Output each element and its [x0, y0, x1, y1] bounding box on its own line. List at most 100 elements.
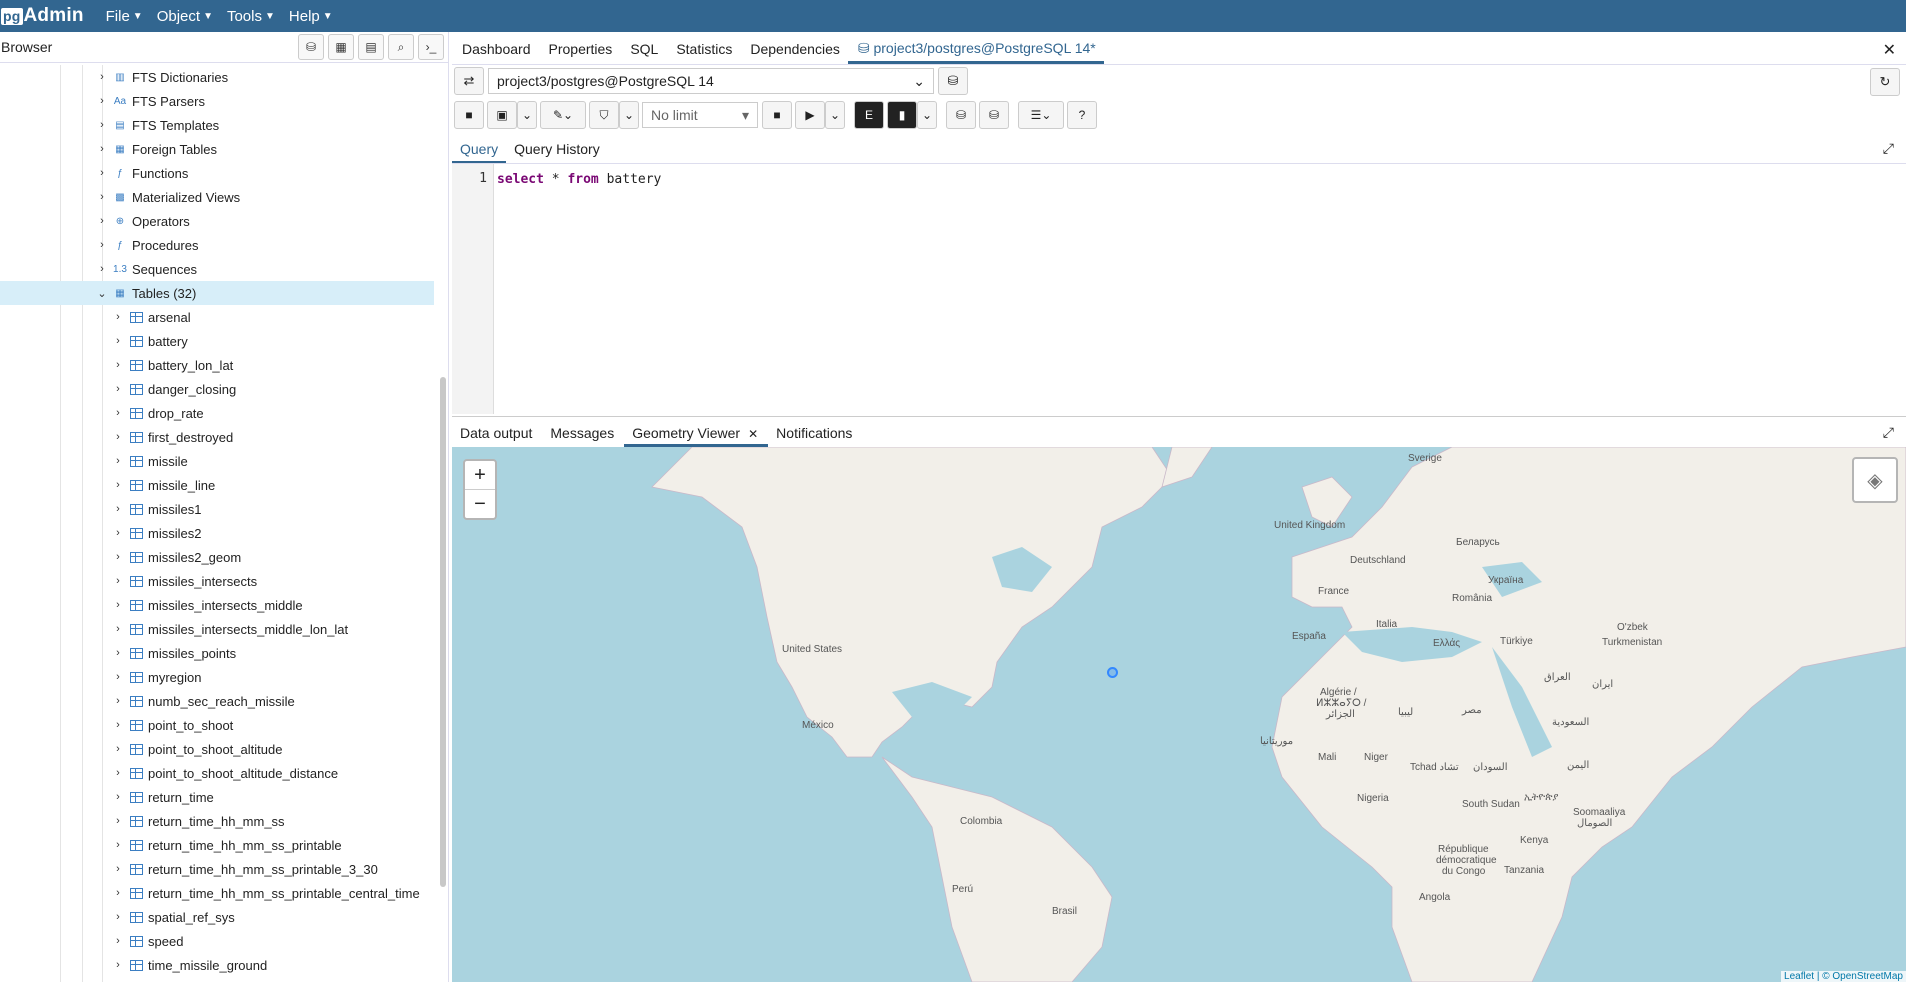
tree-item-table[interactable]: › missiles_intersects_middle_lon_lat — [0, 617, 434, 641]
explain-icon[interactable]: E — [854, 101, 884, 129]
chevron-right-icon[interactable]: › — [94, 239, 110, 251]
chevron-right-icon[interactable]: › — [110, 719, 126, 731]
chevron-right-icon[interactable]: › — [110, 359, 126, 371]
commit-icon[interactable]: ⛁ — [946, 101, 976, 129]
stop-icon[interactable]: ■ — [762, 101, 792, 129]
chevron-right-icon[interactable]: › — [110, 455, 126, 467]
tree-item-table[interactable]: › danger_closing — [0, 377, 434, 401]
chevron-right-icon[interactable]: › — [110, 575, 126, 587]
tree-item-table[interactable]: › time_missile_ground — [0, 953, 434, 977]
terminal-icon[interactable]: ›_ — [418, 34, 444, 60]
tab-properties[interactable]: Properties — [539, 41, 621, 64]
tab-sql[interactable]: SQL — [620, 41, 666, 64]
chevron-right-icon[interactable]: › — [94, 143, 110, 155]
chevron-right-icon[interactable]: › — [110, 839, 126, 851]
chevron-right-icon[interactable]: › — [94, 191, 110, 203]
chevron-right-icon[interactable]: › — [110, 335, 126, 347]
tree-item-group[interactable]: › ⊕ Operators — [0, 209, 434, 233]
tree-item-table[interactable]: › missiles_points — [0, 641, 434, 665]
tree-item-table[interactable]: › missile_line — [0, 473, 434, 497]
chevron-right-icon[interactable]: › — [110, 935, 126, 947]
tree-item-table[interactable]: › return_time_hh_mm_ss_printable — [0, 833, 434, 857]
chevron-right-icon[interactable]: › — [110, 527, 126, 539]
tree-item-table[interactable]: › drop_rate — [0, 401, 434, 425]
chevron-down-icon[interactable]: ⌄ — [917, 101, 937, 129]
sql-code[interactable]: select * from battery — [494, 164, 664, 414]
chevron-right-icon[interactable]: › — [94, 263, 110, 275]
tree-item-table[interactable]: › spatial_ref_sys — [0, 905, 434, 929]
tree-item-group[interactable]: › ▥ FTS Dictionaries — [0, 65, 434, 89]
search-icon[interactable]: ⌕ — [388, 34, 414, 60]
tree-item-table[interactable]: › return_time — [0, 785, 434, 809]
chevron-down-icon[interactable]: ⌄ — [517, 101, 537, 129]
tree-item-table[interactable]: › missiles_intersects — [0, 569, 434, 593]
tree-item-table[interactable]: › return_time_hh_mm_ss_printable_3_30 — [0, 857, 434, 881]
rollback-icon[interactable]: ⛁ — [979, 101, 1009, 129]
chevron-right-icon[interactable]: › — [110, 911, 126, 923]
close-icon[interactable]: ✕ — [1883, 40, 1896, 60]
filter-table-icon[interactable]: ▤ — [358, 34, 384, 60]
edit-icon[interactable]: ✎⌄ — [540, 101, 586, 129]
help-icon[interactable]: ? — [1067, 101, 1097, 129]
chevron-right-icon[interactable]: › — [110, 407, 126, 419]
expand-icon[interactable]: ⤢ — [1883, 140, 1894, 157]
tree-item-table[interactable]: › missile — [0, 449, 434, 473]
tree-item-table[interactable]: › battery_lon_lat — [0, 353, 434, 377]
filter-icon[interactable]: ⛉ — [589, 101, 619, 129]
zoom-in-button[interactable]: + — [465, 461, 495, 490]
tree-item-table[interactable]: › return_time_hh_mm_ss_printable_central_… — [0, 881, 434, 905]
tree-item-group[interactable]: › ▩ Materialized Views — [0, 185, 434, 209]
refresh-icon[interactable]: ↻ — [1870, 68, 1900, 96]
chevron-right-icon[interactable]: › — [110, 671, 126, 683]
chevron-down-icon[interactable]: ⌄ — [619, 101, 639, 129]
chevron-right-icon[interactable]: › — [110, 383, 126, 395]
tree-item-table[interactable]: › missiles1 — [0, 497, 434, 521]
chevron-right-icon[interactable]: › — [94, 167, 110, 179]
chevron-right-icon[interactable]: › — [110, 863, 126, 875]
osm-link[interactable]: OpenStreetMap — [1832, 971, 1903, 982]
chevron-right-icon[interactable]: › — [94, 119, 110, 131]
chevron-right-icon[interactable]: › — [110, 887, 126, 899]
save-icon[interactable]: ▣ — [487, 101, 517, 129]
macros-icon[interactable]: ☰⌄ — [1018, 101, 1064, 129]
tab-dependencies[interactable]: Dependencies — [740, 41, 848, 64]
tab-geometry-viewer[interactable]: Geometry Viewer ✕ — [624, 425, 769, 447]
sql-editor[interactable]: 1 select * from battery — [452, 164, 1906, 414]
chevron-down-icon[interactable]: ⌄ — [825, 101, 845, 129]
browser-scrollbar[interactable] — [440, 377, 446, 887]
zoom-out-button[interactable]: − — [465, 490, 495, 518]
tree-item-table[interactable]: › point_to_shoot_altitude — [0, 737, 434, 761]
tree-item-group[interactable]: › 1.3 Sequences — [0, 257, 434, 281]
close-icon[interactable]: ✕ — [748, 427, 758, 441]
chevron-right-icon[interactable]: › — [110, 767, 126, 779]
tree-item-group[interactable]: › ƒ Functions — [0, 161, 434, 185]
tree-item-table[interactable]: › point_to_shoot_altitude_distance — [0, 761, 434, 785]
menu-file[interactable]: File ▼ — [106, 8, 143, 25]
tree-item-group[interactable]: › Aa FTS Parsers — [0, 89, 434, 113]
tree-item-table[interactable]: › missiles2_geom — [0, 545, 434, 569]
menu-help[interactable]: Help ▼ — [289, 8, 333, 25]
geometry-point-marker[interactable] — [1107, 667, 1118, 678]
tab-dashboard[interactable]: Dashboard — [452, 41, 539, 64]
chevron-right-icon[interactable]: › — [110, 599, 126, 611]
tab-messages[interactable]: Messages — [542, 425, 624, 447]
tree-item-table[interactable]: › arsenal — [0, 305, 434, 329]
tree-item-table[interactable]: › first_destroyed — [0, 425, 434, 449]
tree-item-table[interactable]: › numb_sec_reach_missile — [0, 689, 434, 713]
new-connection-icon[interactable]: ⛁ — [938, 67, 968, 95]
open-file-icon[interactable]: ■ — [454, 101, 484, 129]
tab-query[interactable]: Query — [452, 141, 507, 163]
tree-item-group[interactable]: › ƒ Procedures — [0, 233, 434, 257]
tree-item-group[interactable]: ⌄ ▦ Tables (32) — [0, 281, 434, 305]
tab-notifications[interactable]: Notifications — [768, 425, 862, 447]
layers-icon[interactable]: ◈ — [1852, 457, 1898, 503]
chevron-right-icon[interactable]: › — [94, 71, 110, 83]
menu-tools[interactable]: Tools ▼ — [227, 8, 275, 25]
chevron-right-icon[interactable]: › — [94, 95, 110, 107]
tab-query-history[interactable]: Query History — [506, 141, 608, 163]
limit-select[interactable]: No limit ▾ — [642, 102, 758, 128]
connection-select[interactable]: project3/postgres@PostgreSQL 14 ⌄ — [488, 68, 934, 94]
chevron-right-icon[interactable]: › — [94, 215, 110, 227]
tree-item-table[interactable]: › battery — [0, 329, 434, 353]
chevron-right-icon[interactable]: › — [110, 695, 126, 707]
